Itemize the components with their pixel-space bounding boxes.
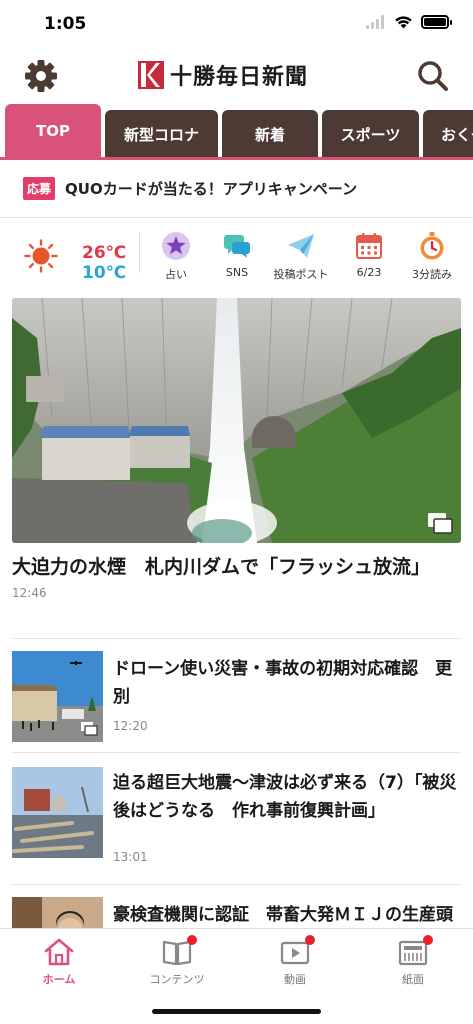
category-tabs: TOP 新型コロナ 新着 スポーツ おくや	[0, 104, 473, 160]
util-divider	[139, 233, 140, 273]
campaign-text: QUOカードが当たる！アプリキャンペーン	[65, 180, 357, 198]
notification-dot	[187, 935, 197, 945]
logo-text: 十勝毎日新聞	[170, 64, 309, 90]
chat-icon	[224, 235, 250, 258]
weather-widget[interactable]: 26℃ 10℃	[24, 231, 144, 283]
dam-photo	[12, 298, 461, 543]
tab-sports[interactable]: スポーツ	[322, 110, 419, 158]
app-header: 十勝毎日新聞	[0, 50, 473, 102]
search-icon[interactable]	[415, 58, 451, 94]
home-icon	[44, 938, 74, 966]
top-story-time: 12:46	[12, 586, 47, 600]
article-thumbnail	[12, 651, 103, 742]
notification-dot	[423, 935, 433, 945]
util-3min-read[interactable]: 3分読み	[397, 231, 467, 282]
nav-video-label: 動画	[284, 973, 306, 986]
logo-mark-icon	[138, 61, 164, 89]
star-icon	[162, 232, 190, 260]
util-sns[interactable]: SNS	[202, 231, 272, 279]
list-item[interactable]: 豪検査機関に認証 帯畜大発ＭＩＪの生産頭数を倍増	[12, 884, 461, 928]
status-time: 1:05	[44, 14, 87, 34]
temp-low: 10℃	[82, 263, 127, 283]
gear-icon[interactable]	[23, 58, 59, 94]
campaign-badge: 応募	[23, 177, 56, 200]
nav-newspaper-label: 紙面	[402, 973, 424, 986]
home-indicator[interactable]	[152, 1009, 321, 1014]
person-photo	[12, 897, 103, 928]
tab-covid[interactable]: 新型コロナ	[105, 110, 218, 158]
util-post-label: 投稿ポスト	[273, 268, 329, 281]
calendar-icon	[356, 233, 382, 259]
utility-row: 26℃ 10℃ 占い SNS 投稿ポスト 6/23 3分読み	[0, 219, 473, 289]
status-bar: 1:05	[0, 0, 473, 50]
tab-top[interactable]: TOP	[5, 104, 101, 158]
nav-home[interactable]: ホーム	[0, 937, 118, 987]
notification-dot	[305, 935, 315, 945]
nav-contents[interactable]: コンテンツ	[118, 935, 236, 987]
nav-video[interactable]: 動画	[236, 935, 354, 987]
list-item[interactable]: ドローン使い災害・事故の初期対応確認 更別 12:20	[12, 638, 461, 752]
tab-obituary[interactable]: おくや	[423, 110, 473, 158]
top-story[interactable]: 大迫力の水煙 札内川ダムで「フラッシュ放流」 12:46	[12, 298, 461, 600]
util-fortune[interactable]: 占い	[141, 231, 211, 282]
gallery-icon	[81, 722, 98, 736]
temp-high: 26℃	[82, 243, 127, 263]
list-item[interactable]: 迫る超巨大地震〜津波は必ず来る（7）「被災後はどうなる 作れ事前復興計画」 13…	[12, 752, 461, 866]
util-fortune-label: 占い	[165, 268, 187, 281]
article-thumbnail	[12, 897, 103, 928]
article-time: 12:20	[113, 719, 148, 733]
app-logo: 十勝毎日新聞	[138, 60, 308, 90]
signal-icon	[366, 15, 384, 29]
util-post[interactable]: 投稿ポスト	[266, 231, 336, 282]
top-story-title: 大迫力の水煙 札内川ダムで「フラッシュ放流」	[12, 556, 431, 578]
stopwatch-icon	[420, 232, 444, 260]
top-story-image[interactable]	[12, 298, 461, 543]
article-time: 13:01	[113, 850, 148, 864]
battery-icon	[421, 15, 452, 29]
article-title: 豪検査機関に認証 帯畜大発ＭＩＪの生産頭数を倍増	[113, 905, 453, 925]
util-calendar-label: 6/23	[356, 266, 382, 279]
tab-latest[interactable]: 新着	[222, 110, 318, 158]
status-icons	[366, 15, 452, 29]
util-3min-read-label: 3分読み	[412, 268, 452, 281]
tsunami-photo	[12, 767, 103, 858]
nav-home-label: ホーム	[42, 973, 76, 986]
util-sns-label: SNS	[225, 266, 249, 279]
paper-plane-icon	[288, 234, 314, 258]
gallery-icon	[428, 513, 453, 534]
nav-newspaper[interactable]: 紙面	[354, 935, 472, 987]
wifi-icon	[395, 16, 412, 29]
campaign-banner[interactable]: 応募 QUOカードが当たる！アプリキャンペーン	[0, 160, 473, 218]
util-calendar[interactable]: 6/23	[334, 231, 404, 279]
sun-icon	[24, 239, 58, 273]
article-title: ドローン使い災害・事故の初期対応確認 更別	[113, 659, 453, 707]
nav-contents-label: コンテンツ	[149, 973, 205, 986]
article-thumbnail	[12, 767, 103, 858]
article-title: 迫る超巨大地震〜津波は必ず来る（7）「被災後はどうなる 作れ事前復興計画」	[113, 773, 457, 821]
